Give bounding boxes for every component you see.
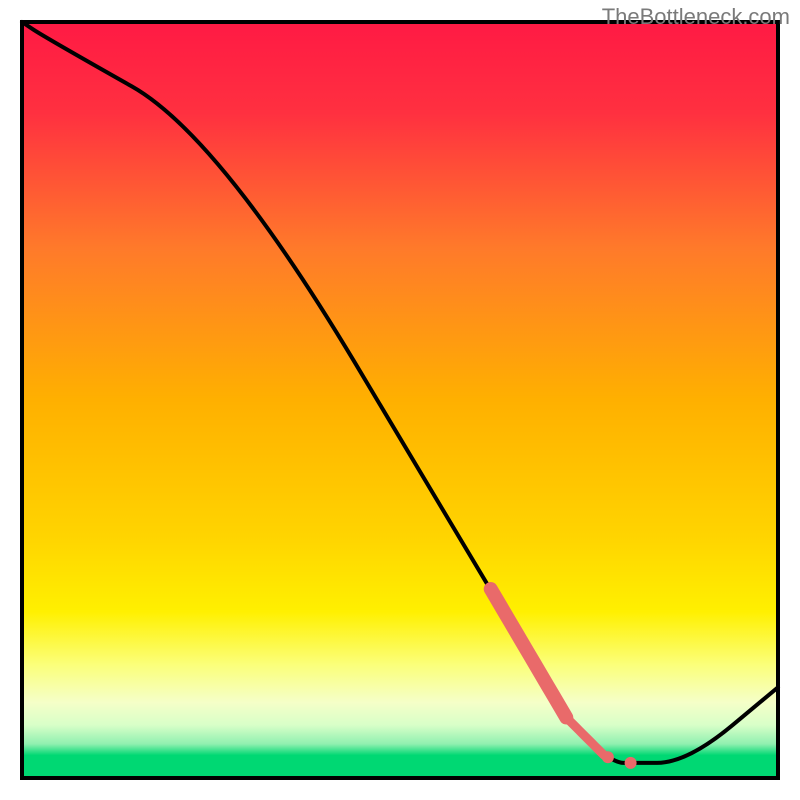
watermark-text: TheBottleneck.com xyxy=(602,4,790,30)
gradient-background xyxy=(22,22,778,778)
chart-svg xyxy=(0,0,800,800)
chart-container: { "watermark": "TheBottleneck.com", "cha… xyxy=(0,0,800,800)
highlight-dot xyxy=(625,757,637,769)
highlight-dot xyxy=(602,751,614,763)
plot-area xyxy=(22,22,778,778)
